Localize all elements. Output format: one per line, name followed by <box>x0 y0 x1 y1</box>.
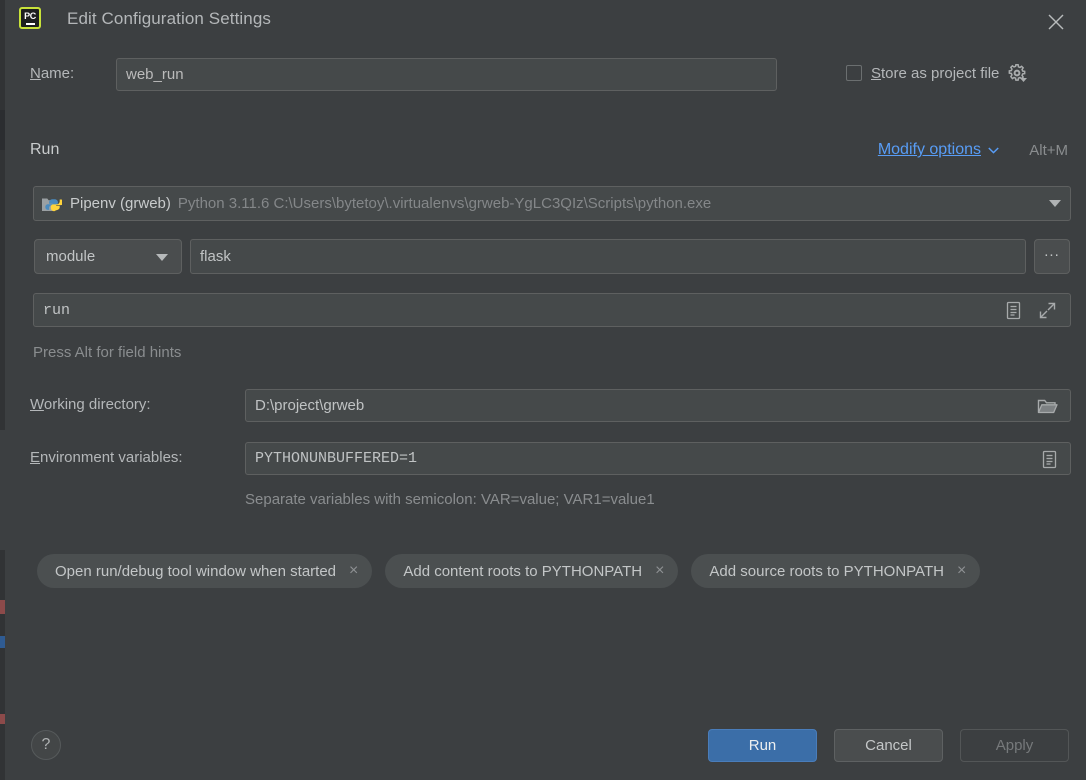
alt-field-hints-text: Press Alt for field hints <box>33 344 181 361</box>
folder-icon[interactable] <box>1037 397 1058 416</box>
environment-variables-input[interactable] <box>246 443 1021 474</box>
working-directory-label-rest: orking directory: <box>44 396 151 413</box>
close-icon[interactable]: × <box>957 563 966 579</box>
target-type-value: module <box>46 248 95 265</box>
working-directory-field[interactable] <box>245 389 1071 422</box>
parameters-input[interactable] <box>34 294 994 326</box>
environment-variables-label: Environment variables: <box>30 449 183 466</box>
edit-list-icon[interactable] <box>1040 450 1059 469</box>
pycharm-icon: PC <box>19 7 41 29</box>
interpreter-path: Python 3.11.6 C:\Users\bytetoy\.virtuale… <box>178 195 711 212</box>
environment-variables-label-rest: nvironment variables: <box>40 449 183 466</box>
gear-icon[interactable] <box>1008 64 1026 82</box>
option-chip[interactable]: Add content roots to PYTHONPATH × <box>385 554 678 588</box>
parameters-field[interactable] <box>33 293 1071 327</box>
close-icon[interactable] <box>1036 4 1076 38</box>
modify-options-label: Modify options <box>878 141 981 159</box>
option-chip[interactable]: Open run/debug tool window when started … <box>37 554 372 588</box>
help-icon[interactable]: ? <box>31 730 61 760</box>
working-directory-mnemonic: W <box>30 396 44 413</box>
interpreter-name: Pipenv (grweb) <box>70 195 171 212</box>
insert-macro-icon[interactable] <box>1004 301 1023 320</box>
chevron-down-icon <box>156 254 168 261</box>
option-chip-label: Add source roots to PYTHONPATH <box>709 563 944 580</box>
store-as-project-file-row[interactable]: Store as project file <box>846 64 1026 82</box>
option-chip-label: Add content roots to PYTHONPATH <box>403 563 642 580</box>
apply-button[interactable]: Apply <box>960 729 1069 762</box>
modify-options-shortcut: Alt+M <box>1029 142 1068 159</box>
pycharm-icon-text: PC <box>24 12 36 21</box>
working-directory-label: Working directory: <box>30 396 151 413</box>
environment-variables-hint: Separate variables with semicolon: VAR=v… <box>245 491 655 508</box>
store-label-rest: tore as project file <box>881 65 999 82</box>
gear-dropdown-chevron-icon <box>1020 78 1027 83</box>
expand-icon[interactable] <box>1038 301 1057 320</box>
target-value-input[interactable] <box>190 239 1026 274</box>
python-interpreter-glyph <box>42 195 62 212</box>
pycharm-icon-bar <box>26 23 35 25</box>
name-label: Name: <box>30 65 74 82</box>
store-as-project-file-label: Store as project file <box>871 65 999 82</box>
interpreter-dropdown-arrow-icon[interactable] <box>1049 200 1061 207</box>
store-as-project-file-checkbox[interactable] <box>846 65 862 81</box>
name-label-rest: ame: <box>41 65 74 82</box>
option-chip[interactable]: Add source roots to PYTHONPATH × <box>691 554 980 588</box>
option-chip-label: Open run/debug tool window when started <box>55 563 336 580</box>
environment-variables-mnemonic: E <box>30 449 40 466</box>
close-glyph <box>1047 13 1065 31</box>
close-icon[interactable]: × <box>655 563 664 579</box>
close-icon[interactable]: × <box>349 563 358 579</box>
target-browse-button[interactable]: ... <box>1034 239 1070 274</box>
name-label-mnemonic: N <box>30 65 41 82</box>
modify-options-link[interactable]: Modify options <box>878 141 999 159</box>
chevron-down-icon <box>988 147 999 154</box>
title-bar: PC Edit Configuration Settings <box>5 0 1086 42</box>
working-directory-input[interactable] <box>246 390 1016 421</box>
ellipsis-icon: ... <box>1035 243 1069 260</box>
store-label-mnemonic: S <box>871 65 881 82</box>
page-title: Edit Configuration Settings <box>67 9 271 29</box>
dialog-body: PC Edit Configuration Settings Name: Sto… <box>5 0 1086 780</box>
python-interpreter-icon <box>42 195 62 212</box>
target-type-dropdown[interactable]: module <box>34 239 182 274</box>
run-section-title: Run <box>30 141 59 159</box>
option-chips: Open run/debug tool window when started … <box>37 554 1047 588</box>
name-input[interactable] <box>116 58 777 91</box>
environment-variables-field[interactable] <box>245 442 1071 475</box>
cancel-button[interactable]: Cancel <box>834 729 943 762</box>
python-interpreter-combo[interactable]: Pipenv (grweb) Python 3.11.6 C:\Users\by… <box>33 186 1071 221</box>
pycharm-run-configuration-dialog: PC Edit Configuration Settings Name: Sto… <box>0 0 1086 780</box>
run-button[interactable]: Run <box>708 729 817 762</box>
